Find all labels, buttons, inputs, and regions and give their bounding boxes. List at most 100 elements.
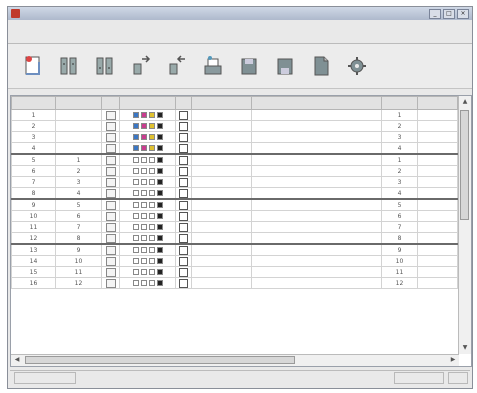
- export-icon[interactable]: [310, 54, 332, 78]
- scroll-down-icon[interactable]: ▼: [460, 343, 470, 353]
- row-checkbox[interactable]: [179, 245, 188, 255]
- preview-cell[interactable]: [101, 210, 120, 222]
- page-preview-icon[interactable]: [105, 233, 116, 243]
- column-header[interactable]: [55, 96, 102, 110]
- row-checkbox[interactable]: [179, 110, 188, 120]
- scroll-right-icon[interactable]: ▶: [448, 355, 458, 365]
- row-checkbox[interactable]: [179, 155, 188, 165]
- table-row[interactable]: 733: [11, 176, 458, 188]
- page-preview-icon[interactable]: [105, 155, 116, 165]
- preview-cell[interactable]: [101, 131, 120, 143]
- preview-cell[interactable]: [101, 221, 120, 233]
- column-header[interactable]: [381, 96, 418, 110]
- check-cell[interactable]: [175, 153, 192, 166]
- row-checkbox[interactable]: [179, 188, 188, 198]
- table-row[interactable]: 13 9 9: [11, 243, 458, 256]
- page-preview-icon[interactable]: [105, 143, 116, 153]
- check-cell[interactable]: [175, 210, 192, 222]
- row-checkbox[interactable]: [179, 143, 188, 153]
- check-cell[interactable]: [175, 277, 192, 289]
- table-row[interactable]: 844: [11, 187, 458, 200]
- check-cell[interactable]: [175, 109, 192, 121]
- layout-icon[interactable]: [94, 54, 116, 78]
- row-checkbox[interactable]: [179, 211, 188, 221]
- check-cell[interactable]: [175, 176, 192, 188]
- preview-cell[interactable]: [101, 198, 120, 211]
- vertical-scroll-thumb[interactable]: [460, 110, 469, 220]
- check-cell[interactable]: [175, 120, 192, 132]
- page-preview-icon[interactable]: [105, 278, 116, 288]
- row-checkbox[interactable]: [179, 256, 188, 266]
- check-cell[interactable]: [175, 221, 192, 233]
- preview-cell[interactable]: [101, 266, 120, 278]
- column-header[interactable]: [191, 96, 252, 110]
- check-cell[interactable]: [175, 255, 192, 267]
- minimize-button[interactable]: _: [429, 8, 441, 19]
- table-row[interactable]: 10 6 6: [11, 210, 458, 222]
- preview-cell[interactable]: [101, 176, 120, 188]
- page-preview-icon[interactable]: [105, 121, 116, 131]
- new-document-icon[interactable]: [22, 54, 44, 78]
- table-row[interactable]: 16 12 12: [11, 277, 458, 289]
- print-icon[interactable]: [202, 54, 224, 78]
- table-row[interactable]: 622: [11, 165, 458, 177]
- save-icon[interactable]: [274, 54, 296, 78]
- column-header[interactable]: [175, 96, 192, 110]
- table-row[interactable]: 14 10 10: [11, 255, 458, 267]
- save-icon[interactable]: [238, 54, 260, 78]
- maximize-button[interactable]: □: [443, 8, 455, 19]
- preview-cell[interactable]: [101, 255, 120, 267]
- page-preview-icon[interactable]: [105, 132, 116, 142]
- row-checkbox[interactable]: [179, 278, 188, 288]
- preview-cell[interactable]: [101, 120, 120, 132]
- table-row[interactable]: 12 8 8: [11, 232, 458, 245]
- preview-cell[interactable]: [101, 232, 120, 245]
- vertical-scrollbar[interactable]: ▲ ▼: [458, 96, 471, 354]
- table-row[interactable]: 44: [11, 142, 458, 155]
- horizontal-scrollbar[interactable]: ◀ ▶: [11, 354, 459, 366]
- check-cell[interactable]: [175, 232, 192, 245]
- column-header[interactable]: [119, 96, 176, 110]
- preview-cell[interactable]: [101, 187, 120, 200]
- table-row[interactable]: 511: [11, 153, 458, 166]
- page-preview-icon[interactable]: [105, 245, 116, 255]
- check-cell[interactable]: [175, 243, 192, 256]
- preview-cell[interactable]: [101, 142, 120, 155]
- row-checkbox[interactable]: [179, 132, 188, 142]
- check-cell[interactable]: [175, 142, 192, 155]
- row-checkbox[interactable]: [179, 166, 188, 176]
- table-row[interactable]: 15 11 11: [11, 266, 458, 278]
- page-preview-icon[interactable]: [105, 188, 116, 198]
- preview-cell[interactable]: [101, 277, 120, 289]
- check-cell[interactable]: [175, 266, 192, 278]
- preview-cell[interactable]: [101, 153, 120, 166]
- preview-cell[interactable]: [101, 243, 120, 256]
- settings-icon[interactable]: [346, 54, 368, 78]
- check-cell[interactable]: [175, 165, 192, 177]
- preview-cell[interactable]: [101, 165, 120, 177]
- preview-cell[interactable]: [101, 109, 120, 121]
- table-row[interactable]: 22: [11, 120, 458, 132]
- row-checkbox[interactable]: [179, 222, 188, 232]
- column-header[interactable]: [101, 96, 120, 110]
- page-preview-icon[interactable]: [105, 177, 116, 187]
- page-preview-icon[interactable]: [105, 267, 116, 277]
- table-row[interactable]: 11 7 7: [11, 221, 458, 233]
- check-cell[interactable]: [175, 198, 192, 211]
- table-row[interactable]: 33: [11, 131, 458, 143]
- scroll-left-icon[interactable]: ◀: [12, 355, 22, 365]
- move-icon[interactable]: [130, 54, 152, 78]
- page-preview-icon[interactable]: [105, 222, 116, 232]
- table-row[interactable]: 11: [11, 109, 458, 121]
- page-preview-icon[interactable]: [105, 200, 116, 210]
- page-preview-icon[interactable]: [105, 166, 116, 176]
- layout-icon[interactable]: [58, 54, 80, 78]
- row-checkbox[interactable]: [179, 177, 188, 187]
- column-header[interactable]: [11, 96, 56, 110]
- column-header[interactable]: [251, 96, 382, 110]
- page-preview-icon[interactable]: [105, 110, 116, 120]
- move-icon[interactable]: [166, 54, 188, 78]
- row-checkbox[interactable]: [179, 267, 188, 277]
- check-cell[interactable]: [175, 187, 192, 200]
- page-preview-icon[interactable]: [105, 256, 116, 266]
